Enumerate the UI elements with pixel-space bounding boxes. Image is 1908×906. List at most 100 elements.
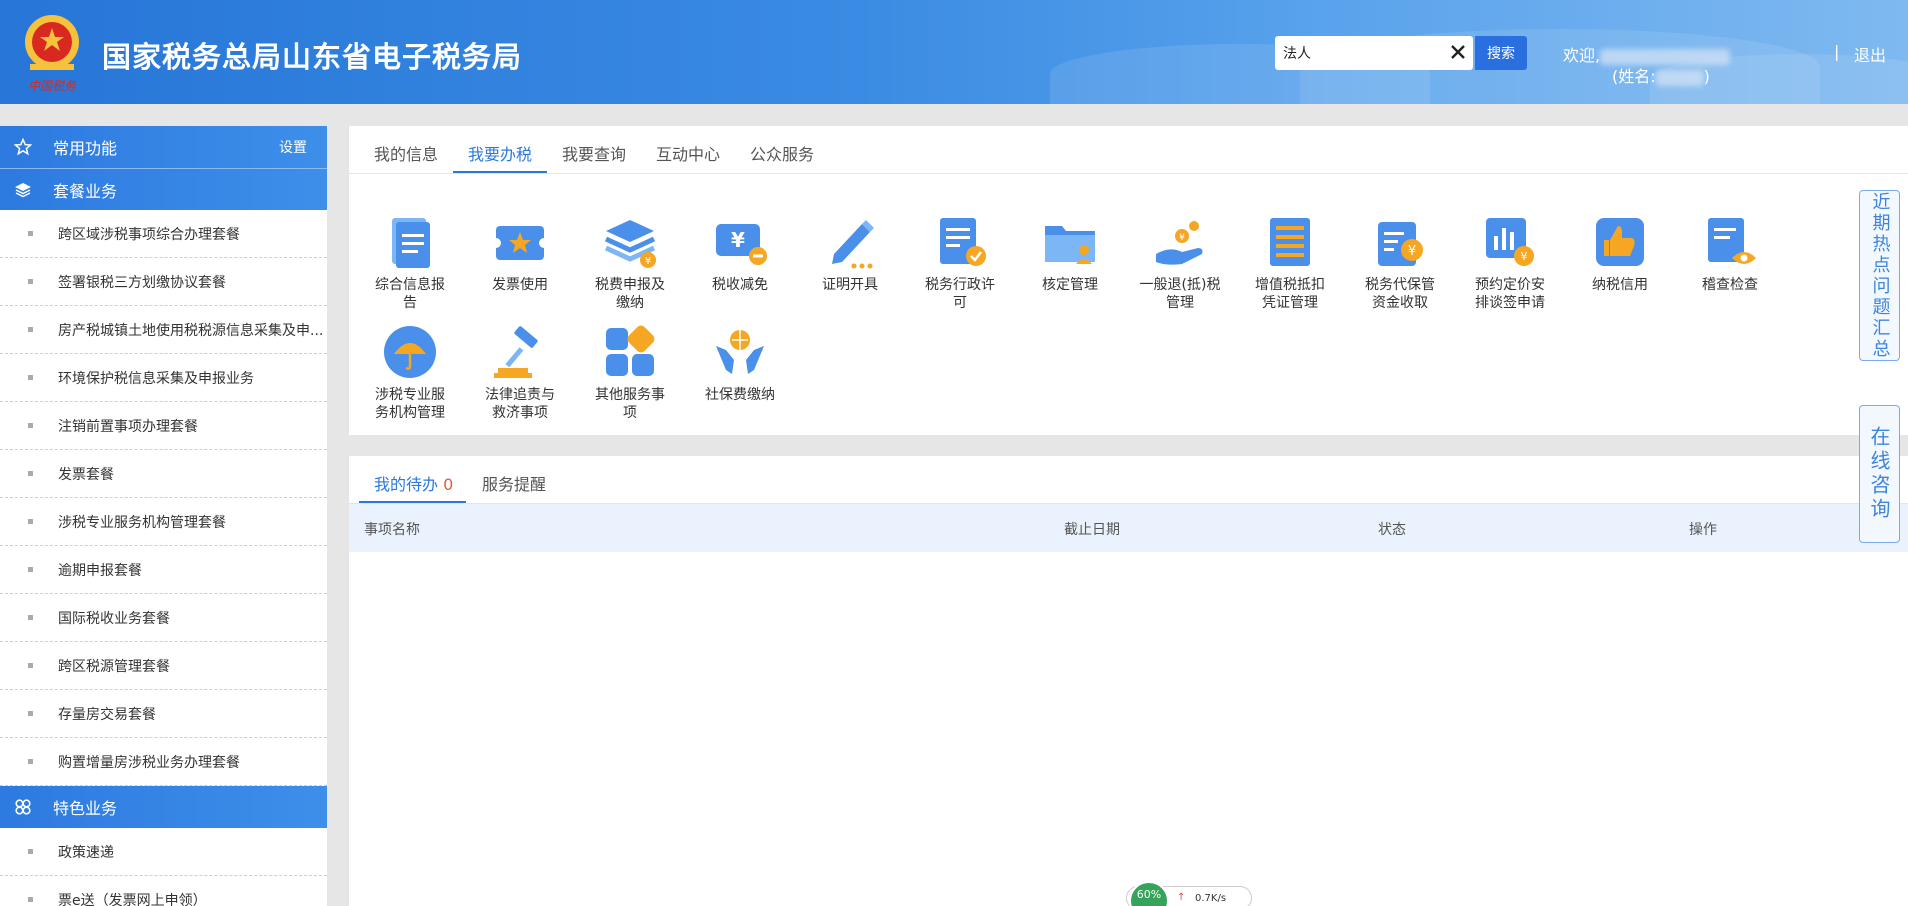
service-tile[interactable]: 增值税抵扣 凭证管理: [1245, 214, 1335, 312]
sidebar-item[interactable]: 签署银税三方划缴协议套餐: [0, 258, 327, 306]
sidebar-common-label: 常用功能: [53, 139, 118, 158]
service-tile[interactable]: 稽查检查: [1685, 214, 1775, 294]
sidebar-item[interactable]: 票e送（发票网上申领）: [0, 876, 327, 906]
service-tile[interactable]: 证明开具: [805, 214, 895, 294]
service-label-line2: 项: [623, 405, 637, 421]
sidebar-item[interactable]: 逾期申报套餐: [0, 546, 327, 594]
sidebar-item-label: 注销前置事项办理套餐: [58, 418, 198, 435]
bullet-icon: [28, 897, 33, 902]
service-label-line1: 证明开具: [822, 277, 878, 293]
active-tab-indicator: [453, 171, 547, 173]
header-separator: |: [1834, 42, 1840, 61]
service-tile[interactable]: ¥ 预约定价安 排谈签申请: [1465, 214, 1555, 312]
service-tile[interactable]: 纳税信用: [1575, 214, 1665, 294]
sidebar-item-label: 存量房交易套餐: [58, 706, 156, 723]
sidebar-item-label: 跨区域涉税事项综合办理套餐: [58, 226, 240, 243]
star-icon: [14, 138, 32, 156]
sidebar-package-business[interactable]: 套餐业务: [0, 168, 327, 210]
sidebar-special-label: 特色业务: [53, 799, 118, 818]
sidebar-item[interactable]: 跨区域涉税事项综合办理套餐: [0, 210, 327, 258]
sidebar-item[interactable]: 购置增量房涉税业务办理套餐: [0, 738, 327, 786]
umbrella-icon: [384, 326, 436, 378]
sidebar-item-label: 政策速递: [58, 844, 114, 861]
service-label-line1: 法律追责与: [485, 387, 555, 403]
service-label: 纳税信用: [1575, 276, 1665, 294]
vat-voucher-icon: [1270, 218, 1310, 266]
clover-icon: [15, 799, 31, 815]
name-suffix: ): [1703, 67, 1710, 86]
tab-tax-handling[interactable]: 我要办税: [468, 141, 532, 165]
sidebar-item[interactable]: 政策速递: [0, 828, 327, 876]
search-button[interactable]: 搜索: [1475, 36, 1527, 70]
service-label-line2: 管理: [1166, 295, 1194, 311]
blurred-user-name: [1655, 69, 1704, 86]
bullet-icon: [28, 663, 33, 668]
todo-count-badge: 0: [443, 475, 454, 494]
service-label: 证明开具: [805, 276, 895, 294]
grid-apps-icon: [606, 325, 655, 376]
tab-public-service[interactable]: 公众服务: [750, 141, 814, 165]
service-label: 税务代保管 资金收取: [1355, 276, 1445, 312]
service-tile[interactable]: 税务行政许可: [915, 214, 1005, 312]
service-tile[interactable]: ¥ 税务代保管 资金收取: [1355, 214, 1445, 312]
tab-service-reminder[interactable]: 服务提醒: [482, 471, 546, 495]
service-tile[interactable]: ¥ 一般退(抵)税 管理: [1135, 214, 1225, 312]
special-list: 政策速递票e送（发票网上申领）: [0, 828, 327, 906]
network-monitor-widget: 60% ↑ 0.7K/s: [1126, 881, 1252, 906]
sidebar-item-label: 购置增量房涉税业务办理套餐: [58, 754, 240, 771]
service-tile[interactable]: 发票使用: [475, 214, 565, 294]
sidebar-item[interactable]: 涉税专业服务机构管理套餐: [0, 498, 327, 546]
bullet-icon: [28, 423, 33, 428]
sidebar-special-business[interactable]: 特色业务: [0, 786, 327, 828]
sidebar-item[interactable]: 存量房交易套餐: [0, 690, 327, 738]
sidebar-item-label: 逾期申报套餐: [58, 562, 142, 579]
search-input[interactable]: [1283, 43, 1443, 63]
sidebar-item[interactable]: 环境保护税信息采集及申报业务: [0, 354, 327, 402]
service-label-line1: 税务代保管: [1365, 277, 1435, 293]
main-tabs: 我的信息 我要办税 我要查询 互动中心 公众服务: [349, 126, 1908, 174]
service-label-line1: 综合信息报: [375, 277, 445, 293]
emblem-text: 中国税务: [28, 79, 77, 93]
close-icon[interactable]: [1447, 41, 1469, 63]
bullet-icon: [28, 711, 33, 716]
service-label-line2: 告: [403, 295, 417, 311]
layers-icon: [15, 183, 31, 198]
sidebar-item[interactable]: 国际税收业务套餐: [0, 594, 327, 642]
todo-tabs: 我的待办 0 服务提醒: [349, 456, 1908, 504]
sidebar: 常用功能 设置 套餐业务 跨区域涉税事项综合办理套餐签署银税三方划缴协议套餐 房产…: [0, 126, 327, 906]
tab-query[interactable]: 我要查询: [562, 141, 626, 165]
service-tile[interactable]: 涉税专业服 务机构管理: [365, 324, 455, 422]
tab-my-todo[interactable]: 我的待办 0: [374, 471, 453, 495]
service-tile[interactable]: 社保费缴纳: [695, 324, 785, 404]
tab-interaction-center[interactable]: 互动中心: [656, 141, 720, 165]
service-label-line2: 救济事项: [492, 405, 548, 421]
service-tile[interactable]: 综合信息报告: [365, 214, 455, 312]
sidebar-common-functions[interactable]: 常用功能 设置: [0, 126, 327, 168]
service-tile[interactable]: ¥ 税收减免: [695, 214, 785, 294]
service-label: 法律追责与 救济事项: [475, 386, 565, 422]
service-tile[interactable]: 法律追责与 救济事项: [475, 324, 565, 422]
bullet-icon: [28, 759, 33, 764]
hot-topics-float-button[interactable]: 近期热点问题汇总: [1859, 190, 1900, 361]
tab-my-info[interactable]: 我的信息: [374, 141, 438, 165]
sidebar-item[interactable]: 房产税城镇土地使用税税源信息采集及申...: [0, 306, 327, 354]
settings-link[interactable]: 设置: [279, 137, 307, 157]
service-label: 稽查检查: [1685, 276, 1775, 294]
sidebar-item-label: 涉税专业服务机构管理套餐: [58, 514, 226, 531]
service-label-line2: 可: [953, 295, 967, 311]
site-title: 国家税务总局山东省电子税务局: [102, 40, 523, 74]
service-label: 税费申报及 缴纳: [585, 276, 675, 312]
service-tile[interactable]: ¥ 税费申报及 缴纳: [585, 214, 675, 312]
online-consult-float-button[interactable]: 在线咨询: [1859, 405, 1900, 543]
service-tile[interactable]: 核定管理: [1025, 214, 1115, 294]
service-label: 发票使用: [475, 276, 565, 294]
sidebar-item[interactable]: 注销前置事项办理套餐: [0, 402, 327, 450]
service-tile[interactable]: 其他服务事项: [585, 324, 675, 422]
sidebar-item[interactable]: 跨区税源管理套餐: [0, 642, 327, 690]
layers-yuan-icon: ¥: [604, 220, 656, 268]
function-panel: 我的信息 我要办税 我要查询 互动中心 公众服务 综合信息报告 发票使用 ¥ 税费申报…: [349, 126, 1908, 435]
search-box: [1275, 36, 1473, 70]
service-label-line1: 纳税信用: [1592, 277, 1648, 293]
logout-link[interactable]: 退出: [1854, 42, 1886, 66]
sidebar-item[interactable]: 发票套餐: [0, 450, 327, 498]
